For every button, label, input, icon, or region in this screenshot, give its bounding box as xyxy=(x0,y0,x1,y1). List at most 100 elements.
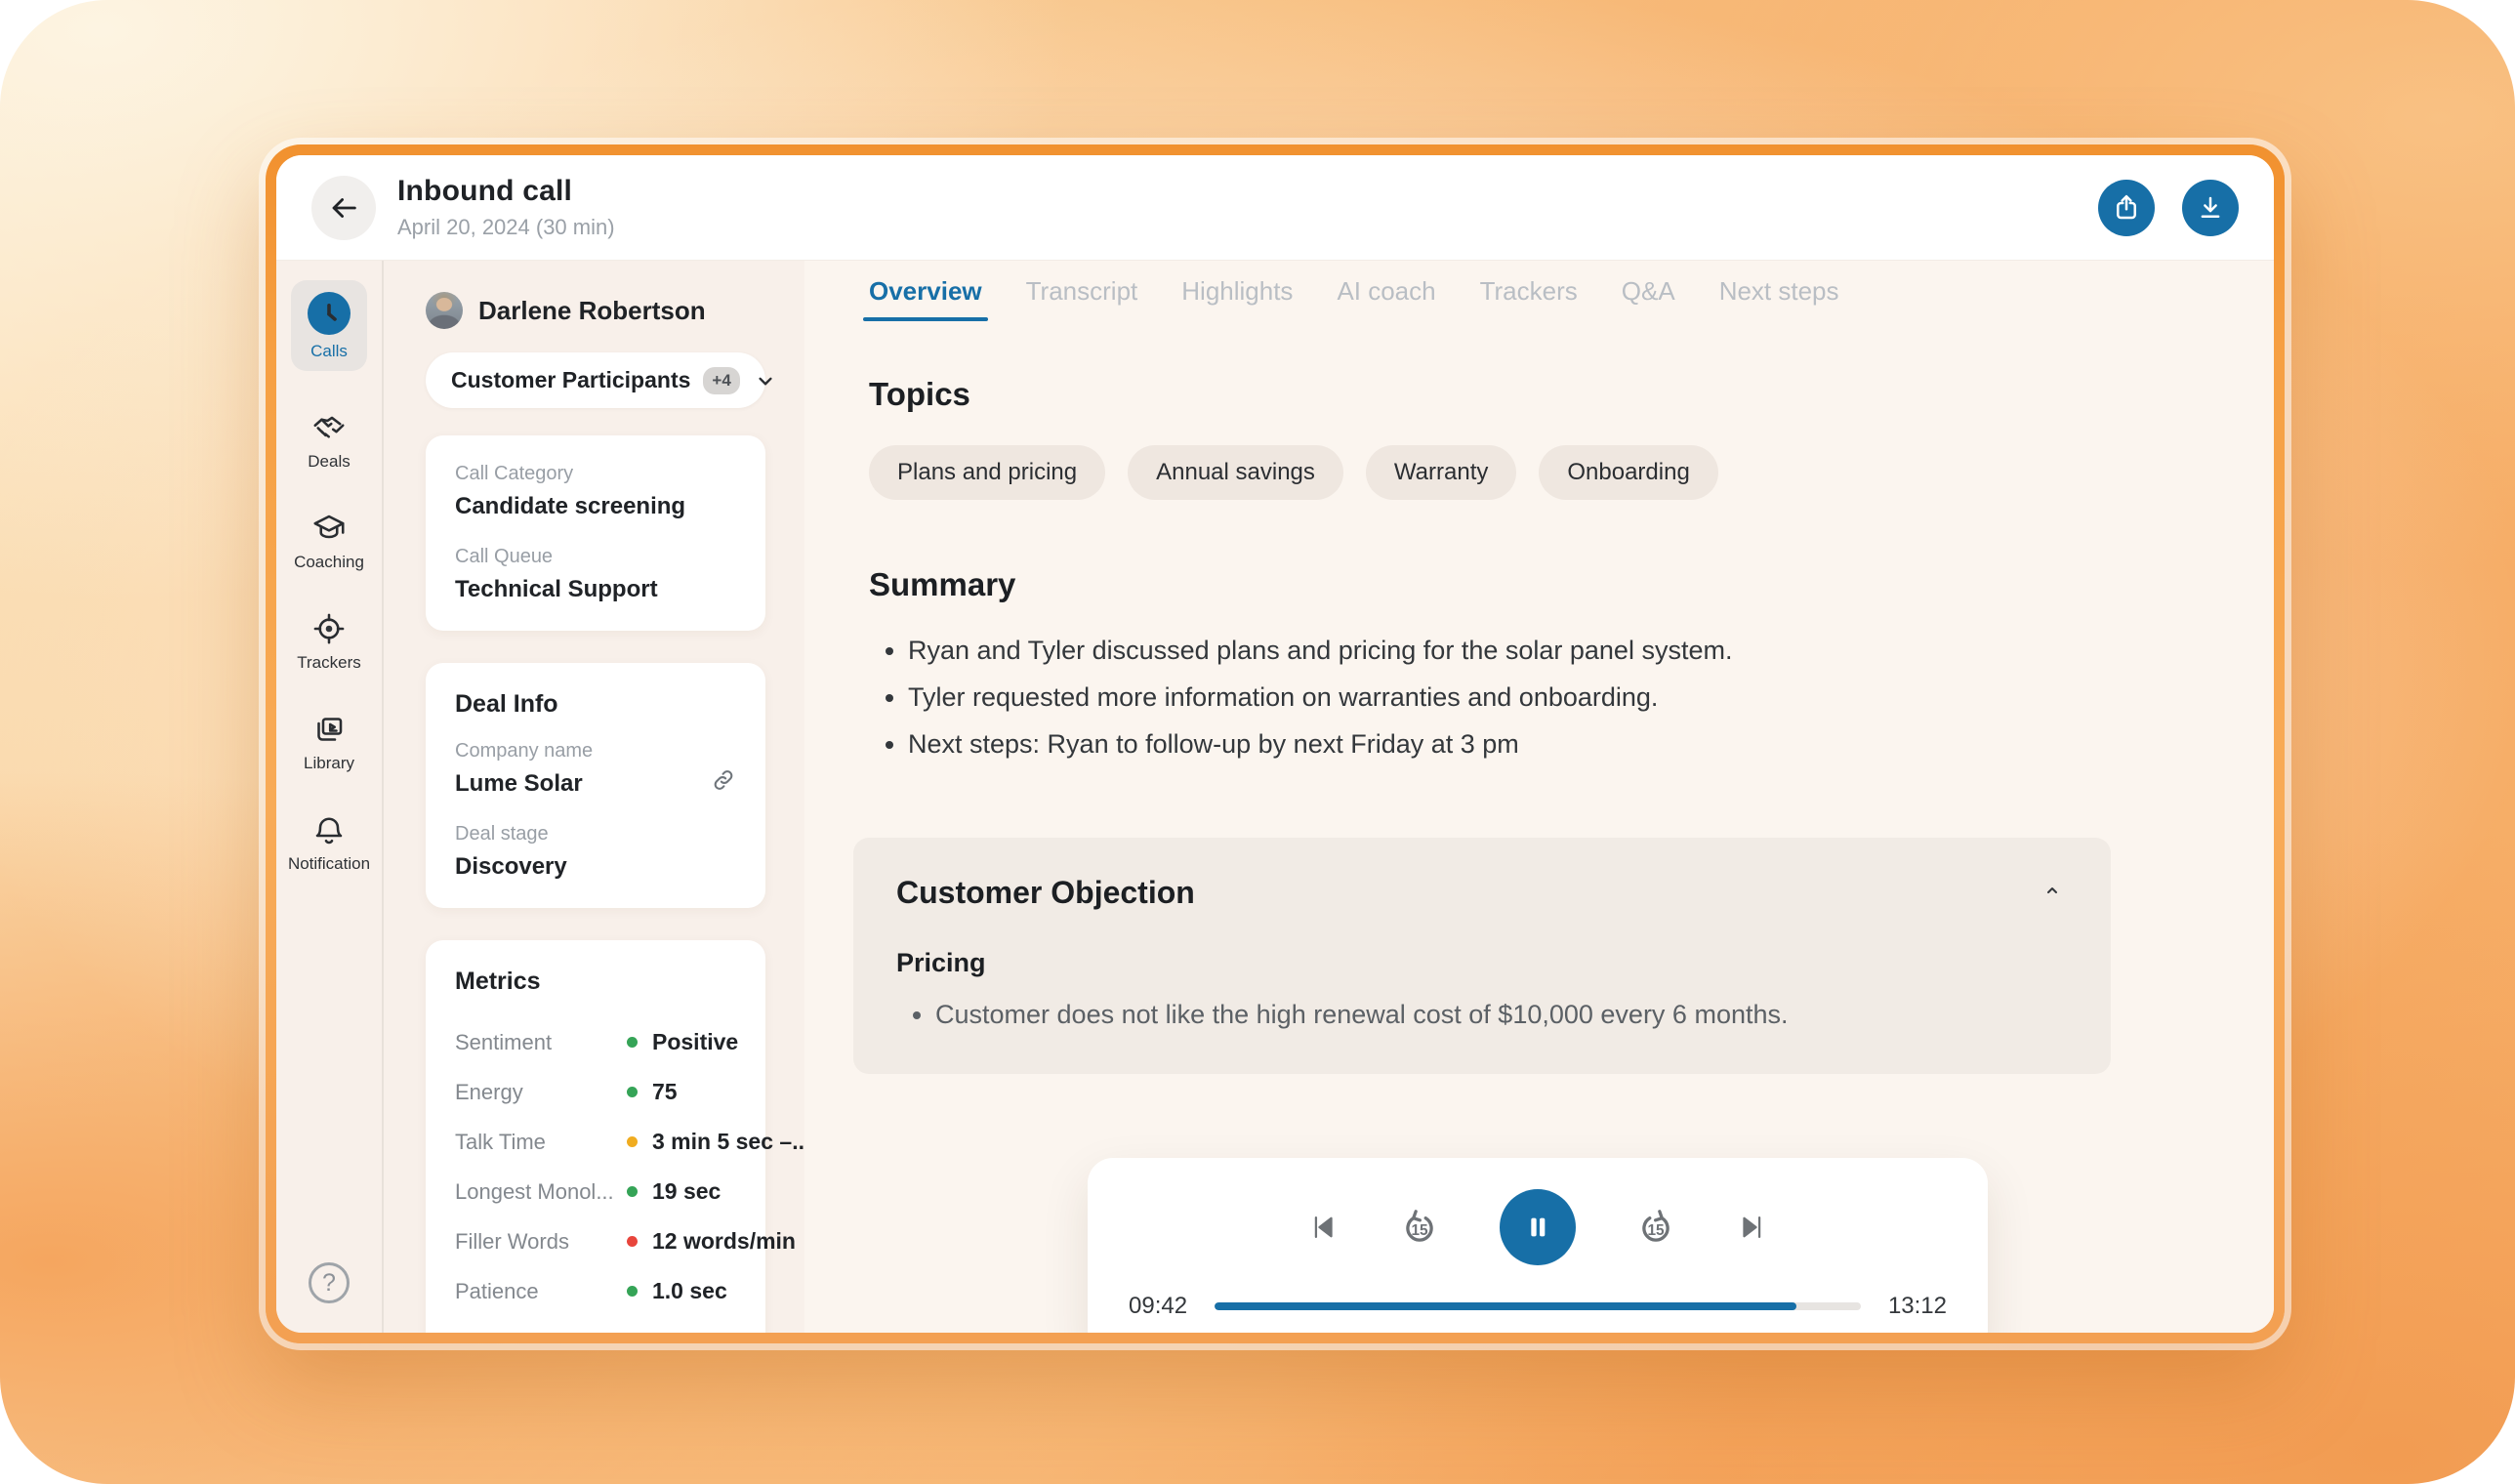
objection-bullet: Customer does not like the high renewal … xyxy=(935,996,2068,1033)
metrics-card: Metrics Sentiment Positive Energy 75 xyxy=(426,940,765,1333)
seek-bar[interactable] xyxy=(1215,1302,1861,1310)
metric-label: Patience xyxy=(455,1279,623,1304)
sidebar-item-trackers[interactable]: Trackers xyxy=(297,611,361,673)
tab-transcript[interactable]: Transcript xyxy=(1026,276,1138,321)
skip-to-start-button[interactable] xyxy=(1306,1211,1340,1244)
tab-ai-coach[interactable]: AI coach xyxy=(1337,276,1435,321)
back-arrow-icon xyxy=(327,191,360,225)
metric-label: Filler Words xyxy=(455,1229,623,1255)
deal-stage-field: Deal stage Discovery xyxy=(455,823,736,881)
forward-15-icon: 15 xyxy=(1634,1206,1677,1249)
app-window: Inbound call April 20, 2024 (30 min) xyxy=(276,155,2274,1333)
clock-icon xyxy=(308,292,350,335)
metric-row-patience: Patience 1.0 sec xyxy=(455,1266,736,1316)
metric-row-filler-words: Filler Words 12 words/min xyxy=(455,1216,736,1266)
call-date-duration: April 20, 2024 (30 min) xyxy=(397,215,615,240)
sidebar-item-deals[interactable]: Deals xyxy=(308,410,350,472)
metric-label: Sentiment xyxy=(455,1030,623,1055)
metric-value: 12 words/min xyxy=(652,1228,796,1255)
field-value: Technical Support xyxy=(455,576,736,603)
summary-list: Ryan and Tyler discussed plans and prici… xyxy=(869,631,2274,763)
field-label: Company name xyxy=(455,740,736,763)
objection-list: Customer does not like the high renewal … xyxy=(896,996,2068,1033)
pause-icon xyxy=(1522,1212,1553,1243)
metric-value: 1.0 sec xyxy=(652,1278,727,1304)
help-button[interactable]: ? xyxy=(309,1262,350,1303)
handshake-icon xyxy=(311,410,347,445)
metric-value: 5 xyxy=(652,1328,665,1333)
status-dot xyxy=(627,1087,638,1097)
metric-row-sentiment: Sentiment Positive xyxy=(455,1017,736,1067)
svg-text:15: 15 xyxy=(1411,1222,1428,1239)
topic-chip[interactable]: Warranty xyxy=(1366,445,1516,500)
share-button[interactable] xyxy=(2098,180,2155,236)
download-button[interactable] xyxy=(2182,180,2239,236)
call-category-field: Call Category Candidate screening xyxy=(455,463,736,520)
sidebar-item-coaching[interactable]: Coaching xyxy=(294,511,364,572)
topic-chips: Plans and pricing Annual savings Warrant… xyxy=(869,445,2274,500)
collapse-objection-button[interactable] xyxy=(2037,875,2068,906)
metric-value: 75 xyxy=(652,1079,678,1105)
tab-trackers[interactable]: Trackers xyxy=(1480,276,1578,321)
metric-row-talk-time: Talk Time 3 min 5 sec –... xyxy=(455,1117,736,1167)
sidebar-item-label: Notification xyxy=(288,854,370,874)
chevron-down-icon xyxy=(753,368,778,393)
player-controls: 15 xyxy=(1129,1189,1947,1265)
header-actions xyxy=(2098,180,2239,236)
card-title: Deal Info xyxy=(455,690,736,719)
field-value: Lume Solar xyxy=(455,770,711,798)
metric-value: 19 sec xyxy=(652,1178,721,1205)
card-title: Metrics xyxy=(455,968,736,996)
participants-count-badge: +4 xyxy=(703,367,739,394)
company-link-button[interactable] xyxy=(711,767,736,793)
forward-15-button[interactable]: 15 xyxy=(1634,1206,1677,1249)
field-value: Candidate screening xyxy=(455,493,736,520)
skip-to-end-button[interactable] xyxy=(1736,1211,1769,1244)
topics-heading: Topics xyxy=(869,376,2274,413)
sidebar-item-label: Trackers xyxy=(297,653,361,673)
topic-chip[interactable]: Annual savings xyxy=(1128,445,1343,500)
progress-row: 09:42 13:12 xyxy=(1129,1293,1947,1320)
sidebar-item-label: Coaching xyxy=(294,553,364,572)
rewind-15-button[interactable]: 15 xyxy=(1398,1206,1441,1249)
objection-heading: Customer Objection xyxy=(896,875,1195,911)
rewind-15-icon: 15 xyxy=(1398,1206,1441,1249)
question-mark-icon: ? xyxy=(322,1269,336,1298)
topic-chip[interactable]: Onboarding xyxy=(1539,445,1717,500)
share-icon xyxy=(2112,193,2141,223)
content-row: Calls Deals Coaching xyxy=(276,261,2274,1333)
field-label: Call Category xyxy=(455,463,736,485)
summary-bullet: Tyler requested more information on warr… xyxy=(908,678,2274,717)
field-label: Deal stage xyxy=(455,823,736,845)
header: Inbound call April 20, 2024 (30 min) xyxy=(276,155,2274,261)
summary-bullet: Ryan and Tyler discussed plans and prici… xyxy=(908,631,2274,670)
customer-participants-dropdown[interactable]: Customer Participants +4 xyxy=(426,352,765,408)
current-time: 09:42 xyxy=(1129,1293,1187,1320)
metric-row-engaging-questions: Engaging Ques... 5 xyxy=(455,1316,736,1333)
metric-label: Engaging Ques... xyxy=(455,1329,623,1334)
avatar xyxy=(426,292,463,329)
sidebar-item-label: Deals xyxy=(308,452,350,472)
call-title-block: Inbound call April 20, 2024 (30 min) xyxy=(397,175,615,240)
download-icon xyxy=(2196,193,2225,223)
participants-label: Customer Participants xyxy=(451,367,690,393)
metric-value: Positive xyxy=(652,1029,738,1055)
tab-highlights[interactable]: Highlights xyxy=(1181,276,1293,321)
target-icon xyxy=(311,611,347,646)
sidebar-item-calls[interactable]: Calls xyxy=(291,280,367,371)
topic-chip[interactable]: Plans and pricing xyxy=(869,445,1105,500)
company-name-field: Company name Lume Solar xyxy=(455,740,736,798)
graduation-cap-icon xyxy=(311,511,347,546)
metric-label: Talk Time xyxy=(455,1130,623,1155)
skip-forward-icon xyxy=(1736,1211,1769,1244)
pause-button[interactable] xyxy=(1500,1189,1576,1265)
tab-qa[interactable]: Q&A xyxy=(1622,276,1675,321)
sidebar-item-library[interactable]: Library xyxy=(304,712,354,773)
call-category-card: Call Category Candidate screening Call Q… xyxy=(426,435,765,631)
tab-overview[interactable]: Overview xyxy=(869,276,982,321)
progress-fill xyxy=(1215,1302,1796,1310)
tab-next-steps[interactable]: Next steps xyxy=(1719,276,1839,321)
page-title: Inbound call xyxy=(397,175,615,208)
sidebar-item-notification[interactable]: Notification xyxy=(288,812,370,874)
back-button[interactable] xyxy=(311,176,376,240)
